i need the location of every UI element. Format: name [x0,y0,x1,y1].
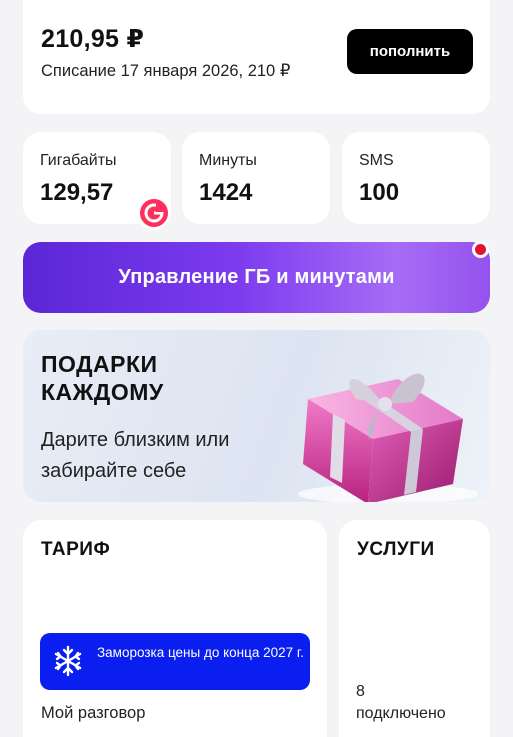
gift-box-icon [298,373,478,502]
topup-button[interactable]: пополнить [347,29,473,74]
services-title: УСЛУГИ [357,539,435,560]
tariff-name: Мой разговор [41,704,146,722]
notification-dot [472,241,489,258]
services-card[interactable]: УСЛУГИ 8 подключено [339,520,490,737]
next-charge-text: Списание 17 января 2026, 210 ₽ [41,62,291,80]
stat-label: Минуты [199,152,257,169]
services-count-label: подключено [356,705,446,722]
balance-card[interactable]: 210,95 ₽ Списание 17 января 2026, 210 ₽ … [23,0,490,114]
services-count: 8 подключено [356,681,446,725]
price-freeze-badge: Заморозка цены до конца 2027 г. [40,633,310,690]
stat-value: 129,57 [40,179,114,206]
stat-label: SMS [359,152,394,169]
stat-card-minutes[interactable]: Минуты 1424 [182,132,330,224]
snowflake-icon [54,645,82,677]
gifts-promo-banner[interactable]: ПОДАРКИ КАЖДОМУ Дарите близким или забир… [23,330,490,502]
gifts-title: ПОДАРКИ КАЖДОМУ [41,351,164,405]
manage-gb-minutes-button[interactable]: Управление ГБ и минутами [23,242,490,313]
stat-card-sms[interactable]: SMS 100 [342,132,490,224]
tariff-card[interactable]: ТАРИФ Заморозка цены до конца 2027 г. Мо… [23,520,327,737]
balance-amount: 210,95 ₽ [41,25,145,53]
freeze-text: Заморозка цены до конца 2027 г. [97,645,304,660]
tariff-title: ТАРИФ [41,539,111,560]
stat-value: 100 [359,179,400,206]
stat-label: Гигабайты [40,152,117,169]
stat-value: 1424 [199,179,253,206]
services-count-number: 8 [356,683,365,700]
gifts-subtitle: Дарите близким или забирайте себе [41,429,230,482]
g-coin-icon [137,196,171,230]
